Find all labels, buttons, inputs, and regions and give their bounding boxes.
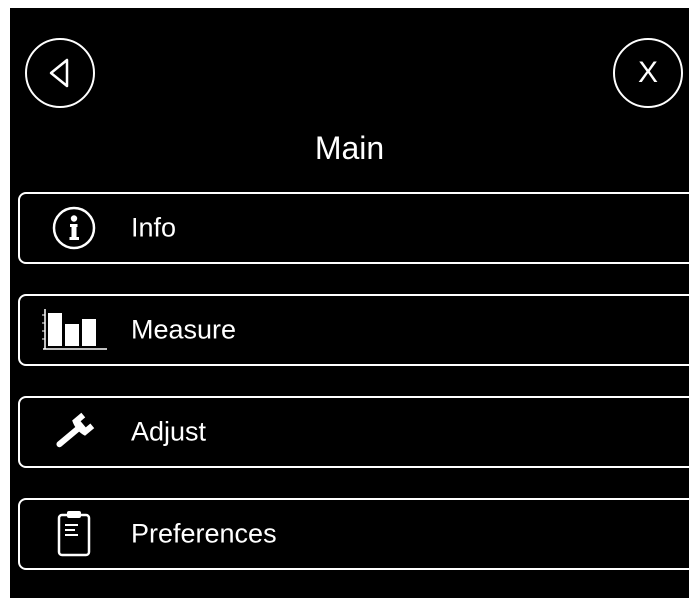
clipboard-icon [32, 506, 116, 562]
menu-item-info[interactable]: Info [18, 192, 689, 264]
menu-item-label: Measure [131, 314, 237, 345]
back-button[interactable] [25, 38, 95, 108]
menu-item-label: Info [131, 212, 177, 243]
bar-chart-icon [32, 302, 116, 358]
menu-item-adjust[interactable]: Adjust [18, 396, 689, 468]
menu-item-label: Preferences [131, 518, 277, 549]
back-triangle-icon [49, 58, 69, 88]
page-title: Main [314, 130, 385, 166]
menu-item-label: Adjust [131, 416, 207, 447]
menu-item-measure[interactable]: Measure [18, 294, 689, 366]
menu-item-preferences[interactable]: Preferences [18, 498, 689, 570]
close-button[interactable]: X [613, 38, 683, 108]
info-icon [32, 200, 116, 256]
close-icon: X [637, 56, 658, 89]
wrench-icon [32, 404, 116, 460]
main-screen: X Main Info Measure Adjust Preferences [10, 8, 689, 598]
